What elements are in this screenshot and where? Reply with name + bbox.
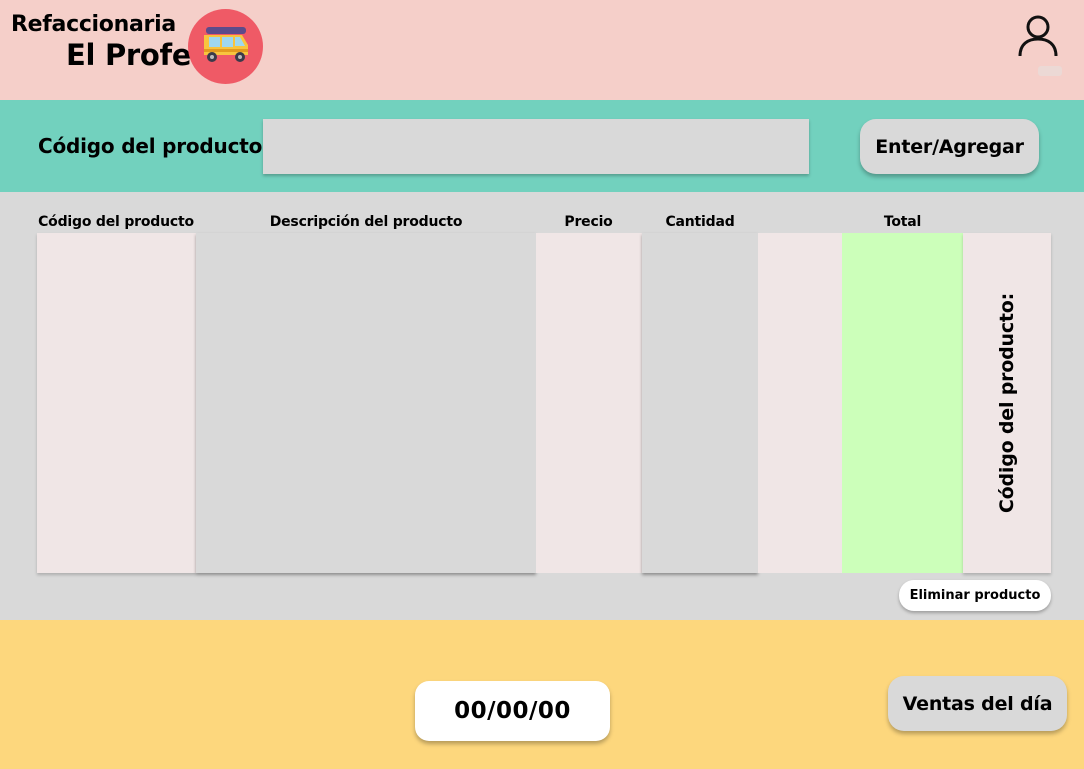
column-header-quantity: Cantidad bbox=[665, 214, 735, 230]
enter-add-button[interactable]: Enter/Agregar bbox=[860, 119, 1039, 174]
side-product-code-panel: Código del producto: bbox=[963, 233, 1051, 573]
app-footer: 00/00/00 Ventas del día bbox=[0, 620, 1084, 769]
product-code-label: Código del producto: bbox=[38, 134, 270, 158]
column-header-price: Precio bbox=[564, 214, 613, 230]
code-column[interactable] bbox=[37, 233, 196, 573]
column-header-description: Descripción del producto bbox=[269, 214, 463, 230]
description-column[interactable] bbox=[196, 233, 536, 573]
delete-product-button[interactable]: Eliminar producto bbox=[899, 580, 1051, 611]
column-header-total: Total bbox=[883, 214, 922, 230]
date-display: 00/00/00 bbox=[415, 681, 610, 741]
brand-name-line2: El Profe bbox=[66, 38, 192, 72]
auto-rickshaw-icon bbox=[188, 9, 263, 84]
daily-sales-button[interactable]: Ventas del día bbox=[888, 676, 1067, 731]
product-search-bar: Código del producto: Enter/Agregar bbox=[0, 100, 1084, 192]
app-header: Refaccionaria El Profe bbox=[0, 0, 1084, 100]
brand-name-line1: Refaccionaria bbox=[11, 12, 176, 37]
total-column[interactable] bbox=[842, 233, 963, 573]
column-header-code: Código del producto bbox=[38, 214, 194, 230]
spacer-column bbox=[758, 233, 842, 573]
user-menu-tab[interactable] bbox=[1038, 66, 1062, 76]
product-code-input[interactable] bbox=[263, 119, 809, 174]
sales-table-area: Código del producto Descripción del prod… bbox=[0, 192, 1084, 620]
quantity-column[interactable] bbox=[642, 233, 758, 573]
user-icon[interactable] bbox=[1017, 14, 1059, 58]
price-column[interactable] bbox=[536, 233, 642, 573]
side-product-code-label: Código del producto: bbox=[996, 292, 1018, 514]
